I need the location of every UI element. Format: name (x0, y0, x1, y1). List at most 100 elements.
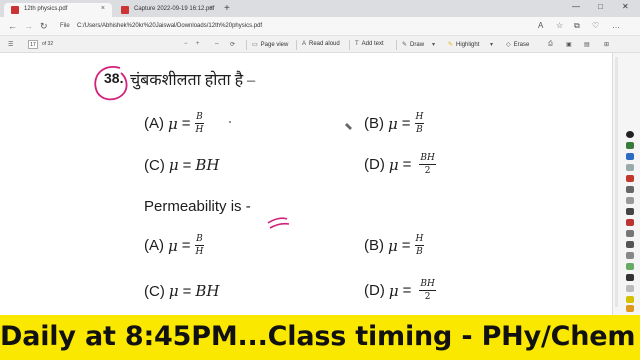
option-c-en[interactable]: (C) μ = BH (144, 282, 219, 300)
save-as-icon[interactable]: ▤ (584, 41, 593, 48)
address-input[interactable]: C:/Users/Abhishek%20kr%20Jaiswal/Downloa… (77, 23, 262, 29)
add-text-button[interactable]: T Add text (355, 41, 384, 47)
ink-dot-annotation (229, 121, 231, 123)
option-label: (A) (144, 115, 164, 132)
save-icon[interactable]: ▣ (566, 41, 575, 48)
denominator: H (195, 247, 204, 257)
profile-icon[interactable]: ♡ (592, 21, 599, 30)
option-d-en[interactable]: (D) μ = BH 2 (364, 279, 436, 302)
expression: BH (195, 282, 220, 300)
equals-sign: = (401, 237, 411, 254)
draw-dropdown-icon[interactable]: ▾ (432, 41, 438, 48)
select-icon[interactable] (626, 241, 634, 248)
close-window-button[interactable]: ✕ (622, 2, 629, 11)
pen-green-icon[interactable] (626, 142, 634, 149)
color-yellow-icon[interactable] (626, 296, 634, 303)
option-c[interactable]: (C) μ = BH (144, 156, 219, 174)
rotate-icon[interactable]: ⟳ (230, 41, 238, 48)
option-a-en[interactable]: (A) μ = BH (144, 234, 205, 257)
address-bar: ← → ↻ File C:/Users/Abhishek%20kr%20Jais… (0, 17, 640, 36)
option-d[interactable]: (D) μ = BH 2 (364, 153, 436, 176)
read-mode-icon[interactable]: A (538, 21, 543, 30)
minimize-button[interactable]: — (572, 2, 580, 11)
scrollbar[interactable] (615, 57, 618, 307)
contents-icon[interactable]: ☰ (8, 41, 16, 48)
tab-label: Capture 2022-09-19 16:12.pdf (134, 6, 215, 12)
ink-stroke-annotation (267, 217, 290, 229)
erase-button[interactable]: ◇ Erase (506, 41, 529, 48)
option-label: (C) (144, 282, 165, 300)
color-grey-icon[interactable] (626, 285, 634, 292)
banner-text: Daily at 8:45PM...Class timing - PHy/Che… (0, 321, 636, 352)
equals-sign: = (181, 237, 191, 254)
eraser-tool-icon[interactable] (626, 197, 634, 204)
help-icon[interactable] (626, 131, 634, 138)
option-b-en[interactable]: (B) μ = HB (364, 234, 425, 257)
divider (296, 40, 297, 50)
highlighter-icon[interactable] (626, 208, 634, 215)
denominator: 2 (424, 292, 431, 302)
highlight-label: Highlight (456, 42, 480, 48)
denominator: H (195, 125, 204, 135)
print-icon[interactable]: ⎙ (548, 41, 556, 48)
zoom-out-icon[interactable]: − (184, 41, 191, 47)
back-icon[interactable]: ← (8, 21, 17, 31)
page-number-input[interactable]: 17 (28, 40, 38, 49)
pen-red-icon[interactable] (626, 175, 634, 182)
collections-icon[interactable]: ⧉ (574, 21, 580, 31)
highlight-dropdown-icon[interactable]: ▾ (490, 41, 496, 48)
equals-sign: = (402, 156, 412, 173)
option-b[interactable]: (B) μ = HB (364, 112, 425, 135)
divider (349, 40, 350, 50)
more-icon[interactable]: … (612, 21, 620, 30)
expression: BH (195, 156, 220, 174)
denominator: B (416, 125, 423, 135)
color-orange-icon[interactable] (626, 305, 634, 312)
fraction: HB (414, 234, 425, 257)
fraction: BH 2 (419, 279, 436, 302)
numerator: B (196, 234, 203, 244)
undo-icon[interactable] (626, 252, 634, 259)
page-view-button[interactable]: ▭ Page view (252, 41, 288, 48)
color-green-icon[interactable] (626, 263, 634, 270)
page-view-label: Page view (260, 42, 289, 48)
pdf-icon (121, 6, 129, 14)
tab-12th-physics[interactable]: 12th physics.pdf × (4, 3, 112, 17)
color-black-icon[interactable] (626, 274, 634, 281)
zoom-in-icon[interactable]: + (196, 41, 203, 47)
option-a[interactable]: (A) μ = BH (144, 112, 205, 135)
mu-symbol: μ (168, 156, 179, 174)
reload-icon[interactable]: ↻ (40, 21, 48, 32)
draw-button[interactable]: ✎ Draw (402, 41, 424, 48)
pen-grey-icon[interactable] (626, 164, 634, 171)
fraction: BH (194, 234, 205, 257)
maximize-button[interactable]: □ (598, 2, 603, 11)
pen-cursor-icon (345, 123, 352, 130)
ruler-icon[interactable] (626, 230, 634, 237)
fit-icon[interactable]: ⇔ (214, 41, 223, 47)
favorite-icon[interactable]: ☆ (556, 21, 563, 30)
close-icon[interactable]: × (101, 5, 105, 12)
draw-label: Draw (410, 42, 425, 48)
read-aloud-button[interactable]: A Read aloud (302, 41, 340, 47)
option-label: (D) (364, 156, 385, 173)
close-icon[interactable]: × (209, 5, 213, 12)
tab-bar: 12th physics.pdf × Capture 2022-09-19 16… (0, 0, 640, 17)
numerator: BH (420, 279, 435, 289)
pen-tool-icon[interactable] (626, 186, 634, 193)
pdf-icon (11, 6, 19, 14)
new-tab-button[interactable]: + (224, 3, 230, 14)
shape-tool-icon[interactable] (626, 219, 634, 226)
option-label: (C) (144, 156, 165, 174)
highlight-button[interactable]: ✎ Highlight (448, 41, 479, 48)
question-english: Permeability is - (144, 198, 251, 215)
option-label: (D) (364, 282, 385, 299)
mu-symbol: μ (168, 282, 179, 300)
right-sidebar (612, 53, 640, 315)
pdf-page: 38. चुंबकशीलता होता है – (A) μ = BH (B) … (0, 53, 612, 315)
pen-blue-icon[interactable] (626, 153, 634, 160)
tab-capture[interactable]: Capture 2022-09-19 16:12.pdf × (114, 3, 220, 17)
read-aloud-icon: A (302, 41, 307, 47)
pin-icon[interactable]: ⊞ (604, 41, 612, 48)
forward-icon[interactable]: → (24, 21, 33, 31)
